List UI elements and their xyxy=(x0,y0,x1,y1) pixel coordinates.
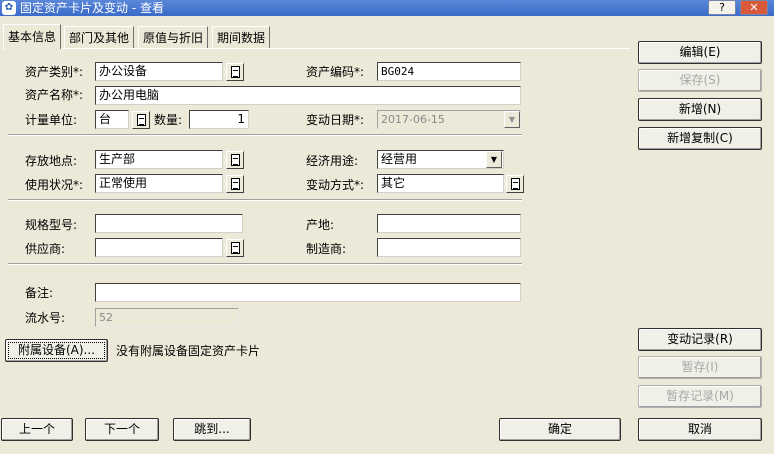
title-bar: ✿ 固定资产卡片及变动 - 查看 ? ✕ xyxy=(0,0,774,16)
tab-basic-info[interactable]: 基本信息 xyxy=(3,24,62,49)
asset-category-label: 资产类别*: xyxy=(25,65,84,79)
change-date-field: 2017-06-15 xyxy=(377,110,521,129)
reference-icon xyxy=(137,114,146,126)
reference-icon xyxy=(231,178,240,190)
serial-no-label: 流水号: xyxy=(25,311,66,325)
supplier-ref-button[interactable] xyxy=(226,239,244,257)
separator xyxy=(8,199,522,201)
change-records-button[interactable]: 变动记录(R) xyxy=(638,328,762,351)
change-date-label: 变动日期*: xyxy=(306,113,365,127)
manufacturer-field[interactable] xyxy=(377,238,521,257)
reference-icon xyxy=(231,66,240,78)
location-field[interactable]: 生产部 xyxy=(95,150,223,169)
unit-ref-button[interactable] xyxy=(132,111,150,129)
change-method-label: 变动方式*: xyxy=(306,178,365,192)
edit-button[interactable]: 编辑(E) xyxy=(638,41,762,64)
jump-button[interactable]: 跳到... xyxy=(173,418,251,441)
manufacturer-label: 制造商: xyxy=(306,242,347,256)
temp-records-button: 暂存记录(M) xyxy=(638,385,762,408)
spec-model-label: 规格型号: xyxy=(25,218,78,232)
change-method-ref-button[interactable] xyxy=(506,175,524,193)
tab-department-other[interactable]: 部门及其他 xyxy=(64,26,135,48)
save-button: 保存(S) xyxy=(638,69,762,92)
unit-field[interactable]: 台 xyxy=(95,110,129,129)
separator xyxy=(8,263,522,265)
app-icon: ✿ xyxy=(2,1,16,15)
usage-status-ref-button[interactable] xyxy=(226,175,244,193)
usage-status-field[interactable]: 正常使用 xyxy=(95,174,223,193)
add-copy-button[interactable]: 新增复制(C) xyxy=(638,127,762,150)
attached-equipment-button[interactable]: 附属设备(A)... xyxy=(5,339,108,362)
add-button[interactable]: 新增(N) xyxy=(638,98,762,121)
tab-value-depreciation[interactable]: 原值与折旧 xyxy=(138,26,209,48)
spec-model-field[interactable] xyxy=(95,214,243,233)
prev-button[interactable]: 上一个 xyxy=(1,418,73,441)
asset-code-label: 资产编码*: xyxy=(306,65,365,79)
usage-status-label: 使用状况*: xyxy=(25,178,84,192)
asset-name-label: 资产名称*: xyxy=(25,88,84,102)
economic-use-select[interactable]: 经营用 xyxy=(377,150,504,169)
next-button[interactable]: 下一个 xyxy=(85,418,159,441)
supplier-label: 供应商: xyxy=(25,242,66,256)
supplier-field[interactable] xyxy=(95,238,223,257)
serial-no-field: 52 xyxy=(95,308,239,327)
chevron-down-icon: ▼ xyxy=(504,111,520,128)
tab-period-data[interactable]: 期间数据 xyxy=(212,26,271,48)
remarks-field[interactable] xyxy=(95,283,521,302)
unit-label: 计量单位: xyxy=(25,113,78,127)
reference-icon xyxy=(511,178,520,190)
remarks-label: 备注: xyxy=(25,286,54,300)
origin-field[interactable] xyxy=(377,214,521,233)
origin-label: 产地: xyxy=(306,218,335,232)
chevron-down-icon[interactable]: ▼ xyxy=(486,151,502,168)
close-button[interactable]: ✕ xyxy=(740,0,768,15)
temp-save-button: 暂存(I) xyxy=(638,356,762,379)
change-method-field[interactable]: 其它 xyxy=(377,174,504,193)
help-button[interactable]: ? xyxy=(708,0,736,15)
location-ref-button[interactable] xyxy=(226,151,244,169)
location-label: 存放地点: xyxy=(25,154,78,168)
quantity-field[interactable]: 1 xyxy=(189,110,249,129)
ok-button[interactable]: 确定 xyxy=(499,418,621,441)
asset-category-ref-button[interactable] xyxy=(226,63,244,81)
reference-icon xyxy=(231,154,240,166)
window-title: 固定资产卡片及变动 - 查看 xyxy=(20,1,164,15)
cancel-button[interactable]: 取消 xyxy=(638,418,762,441)
asset-category-field[interactable]: 办公设备 xyxy=(95,62,223,81)
reference-icon xyxy=(231,242,240,254)
separator xyxy=(8,134,522,136)
asset-name-field[interactable]: 办公用电脑 xyxy=(95,86,521,105)
attached-equipment-message: 没有附属设备固定资产卡片 xyxy=(116,344,261,358)
asset-code-field[interactable]: BG024 xyxy=(377,62,521,81)
quantity-label: 数量: xyxy=(154,113,183,127)
economic-use-label: 经济用途: xyxy=(306,154,359,168)
